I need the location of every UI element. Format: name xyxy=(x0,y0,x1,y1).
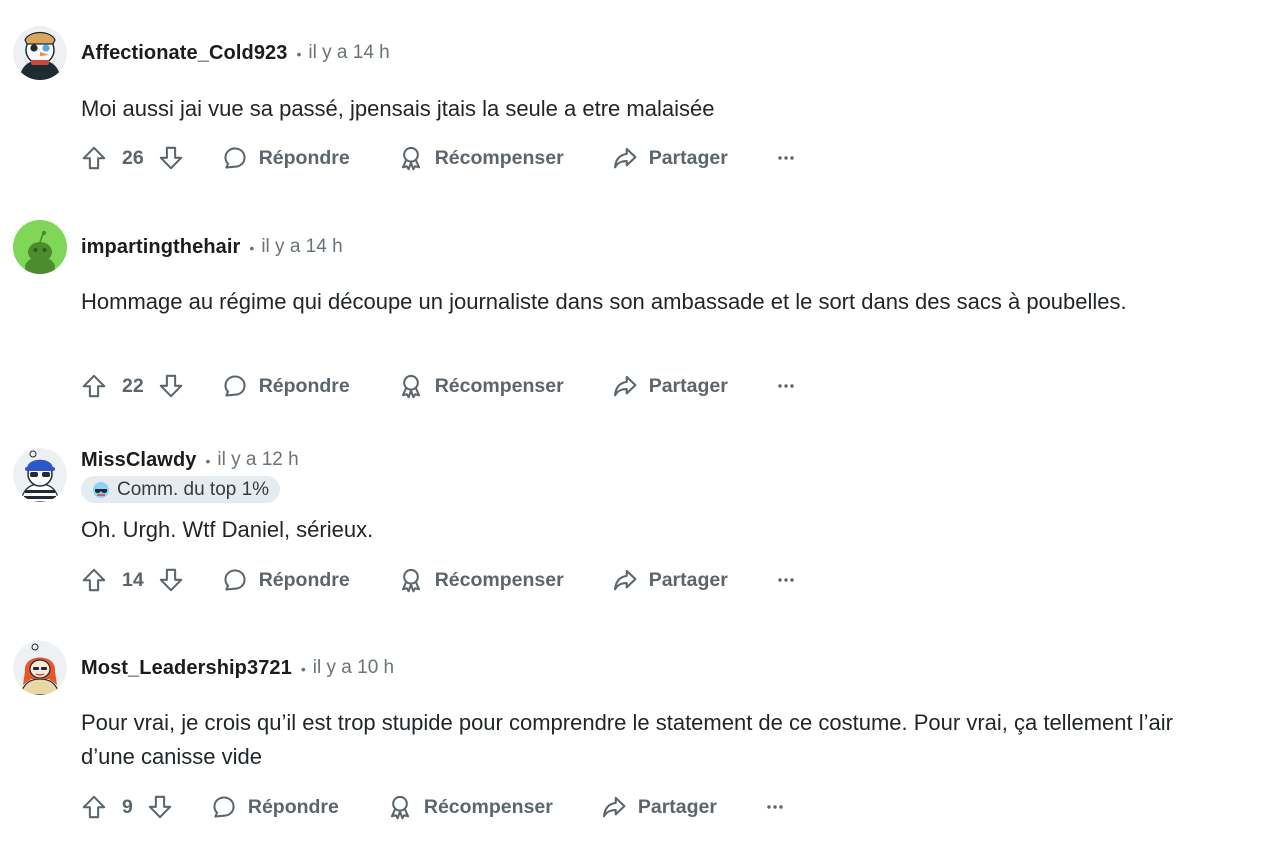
comment-meta: Most_Leadership3721 • il y a 10 h xyxy=(81,656,394,680)
share-label: Partager xyxy=(648,146,728,169)
award-button[interactable]: Récompenser xyxy=(398,145,564,171)
award-label: Récompenser xyxy=(434,374,564,397)
share-label: Partager xyxy=(637,795,717,818)
reply-label: Répondre xyxy=(258,568,350,591)
award-icon xyxy=(387,794,413,820)
more-options-button[interactable] xyxy=(776,376,796,396)
upvote-icon[interactable] xyxy=(81,794,107,820)
comment-actions: 9 Répondre Récompenser Partager xyxy=(81,787,785,827)
comment-actions: 26 Répondre Récompenser Partager xyxy=(81,138,796,178)
comment-meta: MissClawdy • il y a 12 h xyxy=(81,448,299,472)
award-icon xyxy=(398,567,424,593)
comment-meta: impartingthehair • il y a 14 h xyxy=(81,235,343,259)
meta-separator: • xyxy=(205,453,211,469)
comment-actions: 14 Répondre Récompenser Partager xyxy=(81,560,796,600)
timestamp[interactable]: il y a 14 h xyxy=(261,236,342,258)
timestamp[interactable]: il y a 12 h xyxy=(217,449,298,471)
share-icon xyxy=(612,567,638,593)
share-button[interactable]: Partager xyxy=(612,145,728,171)
share-icon xyxy=(601,794,627,820)
award-label: Récompenser xyxy=(423,795,553,818)
reply-button[interactable]: Répondre xyxy=(222,567,350,593)
reply-button[interactable]: Répondre xyxy=(222,145,350,171)
comment-body: Moi aussi jai vue sa passé, jpensais jta… xyxy=(81,96,715,121)
reply-label: Répondre xyxy=(247,795,339,818)
share-label: Partager xyxy=(648,374,728,397)
downvote-icon[interactable] xyxy=(158,145,184,171)
upvote-icon[interactable] xyxy=(81,567,107,593)
vote-count: 22 xyxy=(122,374,144,397)
meta-separator: • xyxy=(296,46,302,62)
comment-bubble-icon xyxy=(222,373,248,399)
upvote-icon[interactable] xyxy=(81,145,107,171)
vote-count: 26 xyxy=(122,146,144,169)
award-label: Récompenser xyxy=(434,146,564,169)
vote-count: 14 xyxy=(122,568,144,591)
more-dots-icon xyxy=(765,797,785,817)
more-dots-icon xyxy=(776,570,796,590)
share-icon xyxy=(612,373,638,399)
comment-bubble-icon xyxy=(211,794,237,820)
vote-count: 9 xyxy=(122,795,133,818)
snoo-avatar-red-hair[interactable] xyxy=(13,641,67,695)
reply-button[interactable]: Répondre xyxy=(222,373,350,399)
comment-body: Oh. Urgh. Wtf Daniel, sérieux. xyxy=(81,517,374,542)
comment-bubble-icon xyxy=(222,145,248,171)
award-button[interactable]: Récompenser xyxy=(398,567,564,593)
award-icon xyxy=(398,373,424,399)
comment-body: Pour vrai, je crois qu’il est trop stupi… xyxy=(81,710,1173,769)
share-button[interactable]: Partager xyxy=(601,794,717,820)
award-button[interactable]: Récompenser xyxy=(398,373,564,399)
reply-button[interactable]: Répondre xyxy=(211,794,339,820)
snoo-avatar-snowman[interactable] xyxy=(13,26,67,80)
comment-bubble-icon xyxy=(222,567,248,593)
sunglasses-icon xyxy=(93,481,109,498)
comment-body: Hommage au régime qui découpe un journal… xyxy=(81,289,1127,314)
username[interactable]: MissClawdy xyxy=(81,449,196,472)
award-label: Récompenser xyxy=(434,568,564,591)
snoo-avatar-blue-cap-sunglasses[interactable] xyxy=(13,448,67,502)
more-options-button[interactable] xyxy=(776,148,796,168)
award-icon xyxy=(398,145,424,171)
flair-label: Comm. du top 1% xyxy=(117,478,270,500)
more-dots-icon xyxy=(776,376,796,396)
share-icon xyxy=(612,145,638,171)
downvote-icon[interactable] xyxy=(158,373,184,399)
username[interactable]: Affectionate_Cold923 xyxy=(81,42,288,65)
snoo-avatar-green-default[interactable] xyxy=(13,220,67,274)
share-button[interactable]: Partager xyxy=(612,567,728,593)
timestamp[interactable]: il y a 10 h xyxy=(313,657,394,679)
meta-separator: • xyxy=(249,240,255,256)
username[interactable]: impartingthehair xyxy=(81,236,240,259)
downvote-icon[interactable] xyxy=(158,567,184,593)
reply-label: Répondre xyxy=(258,374,350,397)
more-options-button[interactable] xyxy=(765,797,785,817)
downvote-icon[interactable] xyxy=(147,794,173,820)
user-flair-badge: Comm. du top 1% xyxy=(81,476,281,503)
timestamp[interactable]: il y a 14 h xyxy=(308,42,389,64)
share-button[interactable]: Partager xyxy=(612,373,728,399)
meta-separator: • xyxy=(300,661,306,677)
comment-actions: 22 Répondre Récompenser Partager xyxy=(81,366,796,406)
comment-meta: Affectionate_Cold923 • il y a 14 h xyxy=(81,41,390,65)
more-options-button[interactable] xyxy=(776,570,796,590)
username[interactable]: Most_Leadership3721 xyxy=(81,657,292,680)
share-label: Partager xyxy=(648,568,728,591)
upvote-icon[interactable] xyxy=(81,373,107,399)
more-dots-icon xyxy=(776,148,796,168)
award-button[interactable]: Récompenser xyxy=(387,794,553,820)
reply-label: Répondre xyxy=(258,146,350,169)
